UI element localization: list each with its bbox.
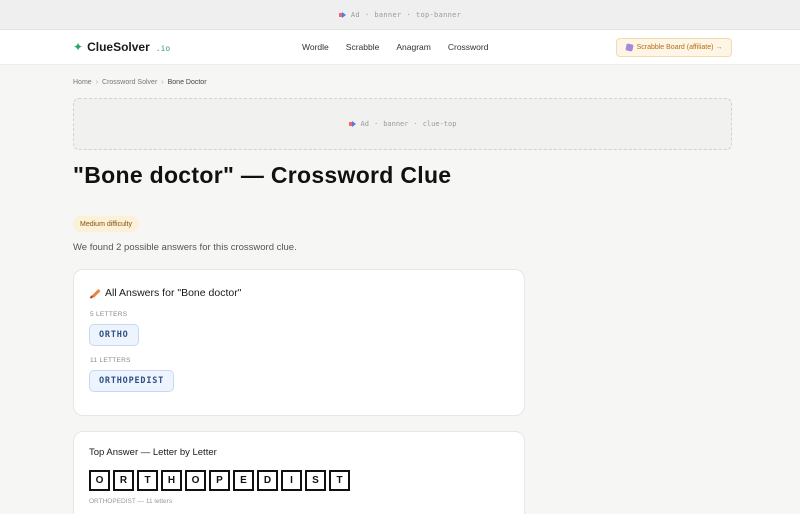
- answer-chip-orthopedist[interactable]: ORTHOPEDIST: [89, 370, 175, 392]
- ad-separator: ·: [406, 10, 411, 19]
- ad-separator: ·: [413, 120, 418, 128]
- affiliate-label: Scrabble Board (affiliate) →: [636, 44, 723, 51]
- ad-slot: clue-top: [422, 120, 457, 128]
- ad-megaphone-icon: [348, 121, 356, 127]
- letter-tile: H: [161, 470, 182, 491]
- ad-kind: banner: [374, 10, 402, 19]
- letter-tile: D: [257, 470, 278, 491]
- breadcrumb: Home › Crossword Solver › Bone Doctor: [73, 79, 207, 86]
- ad-slot: top-banner: [416, 10, 462, 19]
- ad-label: Ad: [360, 120, 369, 128]
- letter-tile: T: [329, 470, 350, 491]
- dice-icon: [624, 43, 634, 52]
- affiliate-button[interactable]: Scrabble Board (affiliate) →: [616, 38, 732, 57]
- breadcrumb-current: Bone Doctor: [167, 79, 207, 86]
- main-nav: Wordle Scrabble Anagram Crossword: [302, 42, 505, 52]
- letter-tile: O: [185, 470, 206, 491]
- page-title: "Bone doctor" — Crossword Clue: [73, 162, 452, 188]
- length-label: 5 LETTERS: [90, 311, 128, 318]
- logo-tld: .io: [155, 44, 171, 53]
- site-header: ✦ ClueSolver .io Wordle Scrabble Anagram…: [0, 30, 800, 65]
- top-answer-title: Top Answer — Letter by Letter: [89, 447, 217, 458]
- results-summary: We found 2 possible answers for this cro…: [73, 242, 297, 253]
- ad-megaphone-icon: [338, 11, 346, 18]
- breadcrumb-separator: ›: [95, 79, 99, 86]
- nav-wordle[interactable]: Wordle: [302, 42, 329, 52]
- answers-card: All Answers for "Bone doctor" 5 LETTERS …: [73, 269, 525, 416]
- breadcrumb-crossword-solver[interactable]: Crossword Solver: [102, 79, 157, 86]
- ad-separator: ·: [364, 10, 370, 19]
- letter-tile: E: [233, 470, 254, 491]
- breadcrumb-home[interactable]: Home: [73, 79, 92, 86]
- answer-chip-ortho[interactable]: ORTHO: [89, 324, 139, 346]
- letter-tile: O: [89, 470, 110, 491]
- difficulty-badge: Medium difficulty: [73, 216, 140, 232]
- nav-crossword[interactable]: Crossword: [448, 42, 489, 52]
- logo-name: ClueSolver: [87, 40, 150, 54]
- ad-label: Ad: [350, 10, 360, 19]
- length-label: 11 LETTERS: [90, 357, 131, 364]
- site-logo[interactable]: ✦ ClueSolver .io: [73, 40, 170, 54]
- breadcrumb-separator: ›: [161, 79, 164, 86]
- clue-top-ad: Ad · banner · clue-top: [73, 98, 732, 150]
- nav-anagram[interactable]: Anagram: [396, 42, 431, 52]
- top-answer-caption: ORTHOPEDIST — 11 letters: [89, 498, 173, 505]
- sparkle-icon: ✦: [73, 40, 84, 54]
- top-ad-banner: Ad · banner · top-banner: [0, 0, 800, 30]
- answers-title: All Answers for "Bone doctor": [105, 287, 242, 299]
- pencil-icon: [90, 288, 100, 298]
- ad-kind: banner: [383, 120, 409, 128]
- letter-tiles: O R T H O P E D I S T: [89, 470, 350, 491]
- letter-tile: T: [137, 470, 158, 491]
- letter-tile: S: [305, 470, 326, 491]
- answers-heading: All Answers for "Bone doctor": [90, 287, 241, 299]
- letter-tile: I: [281, 470, 302, 491]
- ad-separator: ·: [373, 120, 379, 128]
- top-answer-card: Top Answer — Letter by Letter O R T H O …: [73, 431, 525, 514]
- nav-scrabble[interactable]: Scrabble: [346, 42, 380, 52]
- letter-tile: P: [209, 470, 230, 491]
- letter-tile: R: [113, 470, 134, 491]
